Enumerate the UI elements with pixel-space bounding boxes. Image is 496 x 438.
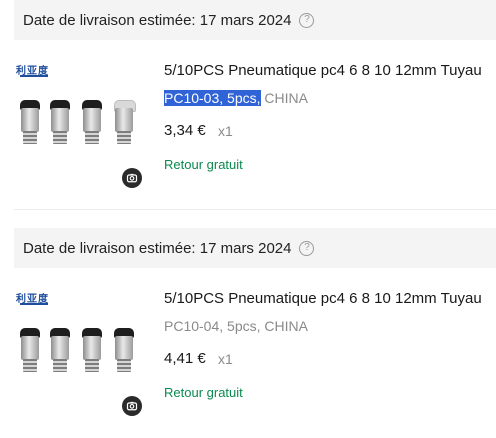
- product-quantity: x1: [218, 123, 233, 139]
- product-price: 4,41 €: [164, 350, 206, 367]
- variant-origin: PC10-04, 5pcs, CHINA: [164, 318, 308, 334]
- free-return-label: Retour gratuit: [164, 157, 243, 172]
- product-title[interactable]: 5/10PCS Pneumatique pc4 6 8 10 12mm Tuya…: [164, 290, 496, 307]
- variant-origin: CHINA: [260, 90, 308, 106]
- delivery-date-text: Date de livraison estimée: 17 mars 2024: [23, 11, 292, 29]
- product-quantity: x1: [218, 351, 233, 367]
- order-card: Date de livraison estimée: 17 mars 2024 …: [0, 228, 496, 438]
- product-title[interactable]: 5/10PCS Pneumatique pc4 6 8 10 12mm Tuya…: [164, 62, 496, 79]
- variant-selected-text: PC10-03, 5pcs,: [164, 90, 261, 106]
- order-card: Date de livraison estimée: 17 mars 2024 …: [0, 0, 496, 210]
- fittings-illustration: [14, 328, 139, 378]
- product-variant: PC10-03, 5pcs, CHINA: [164, 90, 308, 106]
- brand-logo-underline: [20, 75, 48, 77]
- product-variant: PC10-04, 5pcs, CHINA: [164, 318, 308, 334]
- product-image[interactable]: 利亚度: [14, 286, 144, 416]
- camera-icon[interactable]: [122, 396, 142, 416]
- delivery-date-bar: Date de livraison estimée: 17 mars 2024 …: [14, 228, 496, 268]
- free-return-label: Retour gratuit: [164, 385, 243, 400]
- help-circle-icon[interactable]: ?: [299, 12, 315, 28]
- brand-logo-underline: [20, 303, 48, 305]
- help-circle-icon[interactable]: ?: [299, 240, 315, 256]
- product-image[interactable]: 利亚度: [14, 58, 144, 188]
- delivery-date-text: Date de livraison estimée: 17 mars 2024: [23, 239, 292, 257]
- camera-icon[interactable]: [122, 168, 142, 188]
- product-price: 3,34 €: [164, 122, 206, 139]
- divider: [14, 209, 496, 210]
- fittings-illustration: [14, 100, 139, 150]
- delivery-date-bar: Date de livraison estimée: 17 mars 2024 …: [14, 0, 496, 40]
